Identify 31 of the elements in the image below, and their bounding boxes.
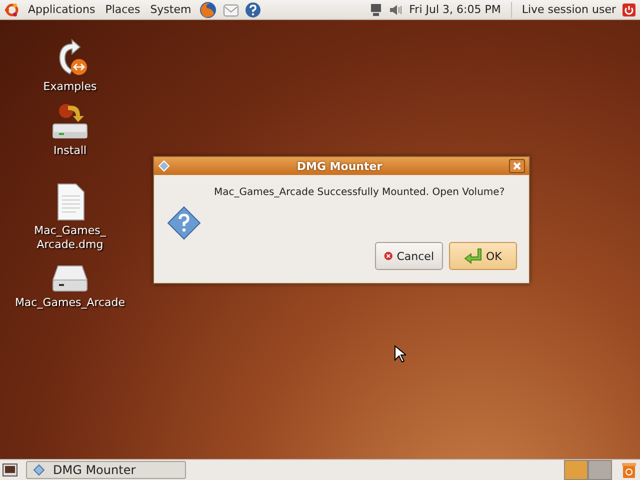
- ubuntu-logo-icon[interactable]: [4, 2, 20, 18]
- panel-menu[interactable]: Applications: [26, 3, 98, 16]
- window-icon: [33, 464, 45, 476]
- volume-icon[interactable]: [389, 2, 404, 16]
- icon-label[interactable]: Examples: [43, 80, 97, 94]
- window-menu-icon[interactable]: [158, 160, 170, 172]
- icon-label[interactable]: Install: [53, 144, 87, 158]
- mouse-pointer-icon: [394, 345, 406, 363]
- workspace-switcher-item[interactable]: [564, 460, 588, 480]
- dialog-title: DMG Mounter: [296, 160, 384, 172]
- icon-label[interactable]: Mac_Games_ Arcade.dmg: [34, 224, 106, 252]
- show-desktop-icon[interactable]: [2, 462, 18, 478]
- trash-icon[interactable]: [620, 461, 638, 479]
- workspace-switcher-item[interactable]: [588, 460, 612, 480]
- ok-button[interactable]: OK: [449, 242, 517, 270]
- icon-label[interactable]: Mac_Games_Arcade: [14, 296, 126, 310]
- browser-icon[interactable]: [199, 0, 218, 18]
- close-button[interactable]: [509, 159, 525, 173]
- help-icon[interactable]: [245, 2, 262, 18]
- taskbar-window-button[interactable]: DMG Mounter: [26, 461, 186, 479]
- close-icon: [513, 162, 521, 170]
- user-name[interactable]: Live session user: [522, 3, 616, 16]
- question-icon: [166, 205, 202, 241]
- dialog-message: Mac_Games_Arcade Successfully Mounted. Open Volume?: [214, 186, 505, 198]
- panel-menu[interactable]: Places: [103, 3, 142, 16]
- clock[interactable]: Fri Jul 3, 6:05 PM: [409, 3, 501, 16]
- return-arrow-icon: [464, 248, 482, 264]
- power-icon[interactable]: [622, 2, 636, 16]
- panel-menu[interactable]: System: [148, 3, 194, 16]
- mail-icon[interactable]: [223, 2, 240, 18]
- cancel-button[interactable]: Cancel: [375, 242, 443, 270]
